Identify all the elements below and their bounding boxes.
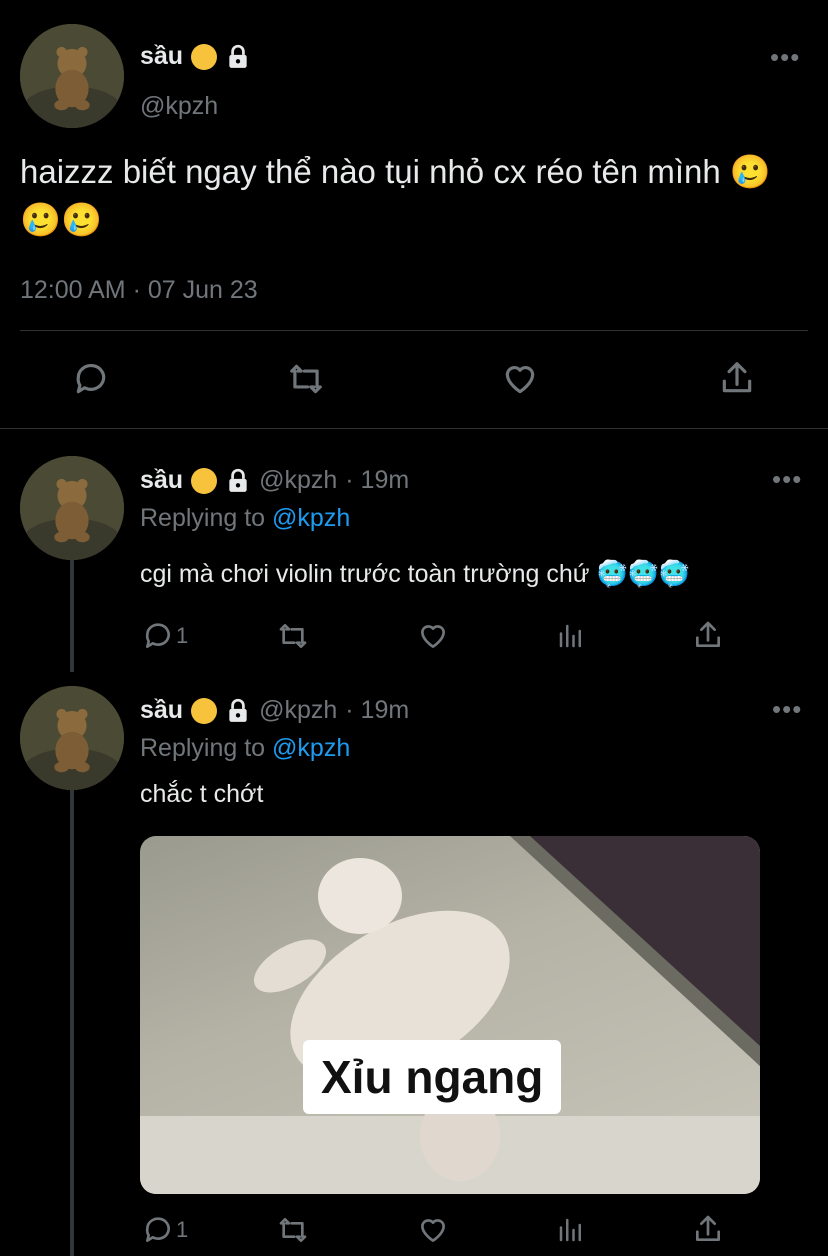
share-button[interactable] [692, 618, 724, 652]
lock-icon [225, 698, 251, 724]
reply-button[interactable]: 1 [142, 620, 188, 652]
image-caption: Xỉu ngang [303, 1040, 562, 1114]
replying-handle[interactable]: @kpzh [272, 734, 350, 762]
tweet-text: haizzz biết ngay thể nào tụi nhỏ cx réo … [20, 153, 772, 238]
like-icon [421, 625, 445, 648]
display-name[interactable]: sầu [140, 466, 183, 495]
like-button[interactable] [416, 1214, 450, 1246]
analytics-button[interactable] [556, 620, 586, 652]
like-button[interactable] [500, 360, 540, 398]
melting-face-emoji [191, 467, 218, 494]
retweet-button[interactable] [286, 360, 326, 398]
reply-button[interactable]: 1 [142, 1214, 188, 1246]
replying-prefix: Replying to [140, 734, 266, 762]
share-icon [722, 362, 752, 393]
reply-button[interactable] [72, 360, 110, 398]
more-icon[interactable]: ••• [772, 696, 802, 722]
like-icon [505, 366, 535, 394]
analytics-button[interactable] [556, 1214, 586, 1246]
share-icon [696, 1215, 720, 1241]
lock-icon [225, 44, 251, 70]
retweet-icon [290, 364, 322, 394]
replying-handle[interactable]: @kpzh [272, 504, 350, 532]
reply-icon [145, 1217, 170, 1242]
share-button[interactable] [718, 358, 756, 398]
more-icon[interactable]: ••• [772, 466, 802, 492]
reply-count: 1 [176, 1217, 189, 1242]
share-icon [696, 621, 720, 647]
tweet-image[interactable]: Xỉu ngang [140, 836, 760, 1194]
reply-icon [76, 363, 106, 394]
melting-face-emoji [191, 43, 218, 70]
cat-illustration [140, 836, 760, 1194]
lock-icon [225, 468, 251, 494]
retweet-icon [279, 624, 307, 648]
display-name[interactable]: sầu [140, 42, 183, 71]
retweet-button[interactable] [276, 620, 310, 652]
handle[interactable]: @kpzh [140, 92, 218, 121]
avatar[interactable] [20, 456, 124, 560]
like-button[interactable] [416, 620, 450, 652]
analytics-icon [559, 624, 581, 648]
replying-prefix: Replying to [140, 504, 266, 532]
tweet-timestamp[interactable]: 12:00 AM · 07 Jun 23 [20, 276, 258, 305]
retweet-icon [279, 1218, 307, 1242]
display-name[interactable]: sầu [140, 696, 183, 725]
avatar[interactable] [20, 686, 124, 790]
analytics-icon [559, 1218, 581, 1242]
tweet-time[interactable]: · 19m [345, 696, 409, 725]
reply-icon [145, 623, 170, 648]
tweet-text: chắc t chớt [140, 780, 264, 808]
melting-face-emoji [191, 697, 218, 724]
share-button[interactable] [692, 1212, 724, 1246]
more-icon[interactable]: ••• [770, 44, 800, 70]
handle[interactable]: @kpzh [259, 466, 337, 495]
tweet-time[interactable]: · 19m [345, 466, 409, 495]
tweet-text: cgi mà chơi violin trước toàn trường chứ… [140, 560, 690, 588]
retweet-button[interactable] [276, 1214, 310, 1246]
like-icon [421, 1219, 445, 1242]
handle[interactable]: @kpzh [259, 696, 337, 725]
reply-count: 1 [176, 623, 189, 648]
avatar[interactable] [20, 24, 124, 128]
